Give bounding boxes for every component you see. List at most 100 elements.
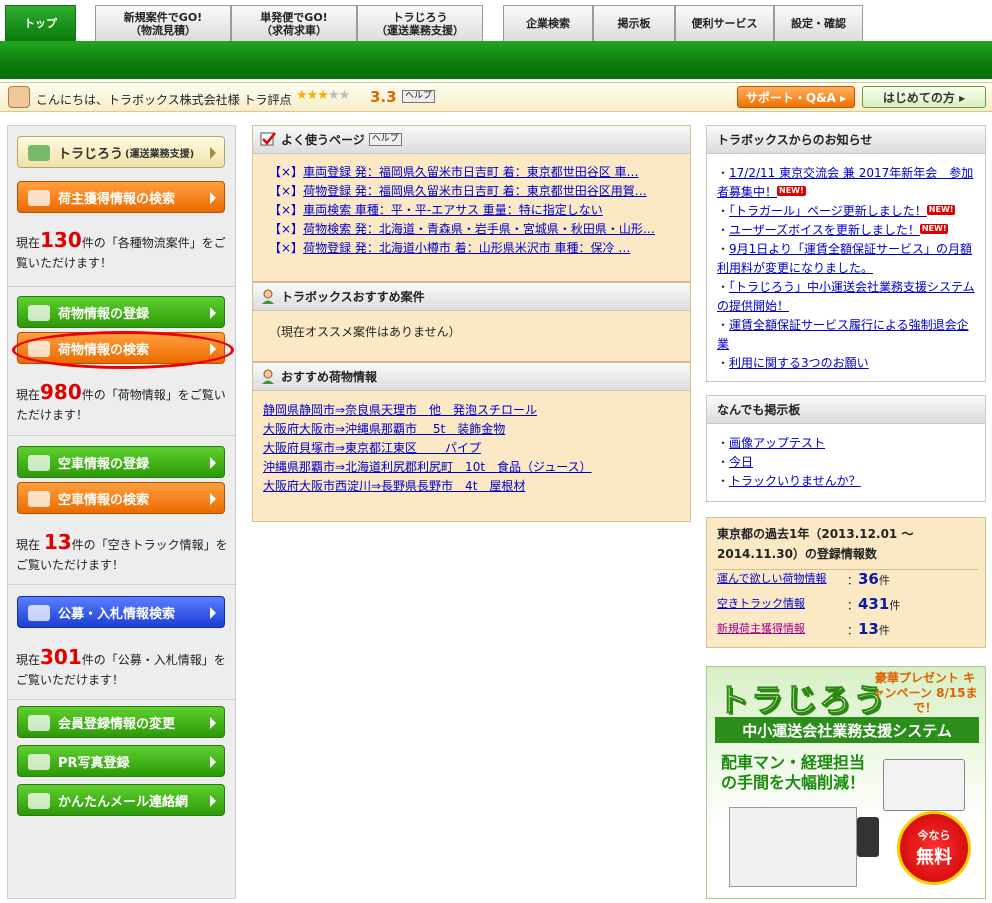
tab-sublabel: （運送業務支援） — [376, 23, 464, 37]
green-banner-bar — [0, 41, 992, 79]
board-link[interactable]: 画像アップテスト — [729, 436, 825, 450]
truck-count-text: 現在 13件の「空きトラック情報」をご覧いただけます！ — [16, 532, 231, 575]
cargo-recommend-link[interactable]: 大阪府大阪市西淀川⇒長野県長野市 4t 屋根材 — [263, 477, 525, 496]
stats-unit: 件 — [878, 574, 890, 587]
tab-board[interactable]: 掲示板 — [593, 5, 675, 41]
news-link[interactable]: ユーザーズボイスを更新しました！ — [729, 223, 920, 237]
torajiro-promo-banner[interactable]: トラじろう 豪華プレゼント キャンペーン 8/15まで！ 中小運送会社業務支援シ… — [706, 666, 986, 899]
torajiro-button[interactable]: トラじろう (運送業務支援) — [17, 136, 225, 168]
tab-label: 設定・確認 — [791, 17, 846, 30]
tab-torajiro[interactable]: トラじろう （運送業務支援） — [357, 5, 483, 41]
button-label: 空車情報の登録 — [58, 456, 150, 472]
tab-company-search[interactable]: 企業検索 — [503, 5, 593, 41]
button-label: 公募・入札情報検索 — [58, 606, 176, 622]
checkbox-icon — [260, 132, 276, 146]
beginner-guide-button[interactable]: はじめての方 ▸ — [862, 86, 986, 108]
tab-top[interactable]: トップ — [5, 5, 76, 41]
truck-register-button[interactable]: 空車情報の登録 — [17, 446, 225, 478]
board-link[interactable]: トラックいりませんか？ — [729, 474, 861, 488]
stats-link[interactable]: 空きトラック情報 — [717, 597, 805, 610]
news-panel: トラボックスからのお知らせ ・17/2/11 東京交流会 兼 2017年新年会 … — [706, 125, 986, 382]
recommend-title: トラボックスおすすめ案件 — [281, 290, 425, 304]
text-pre: 現在 — [16, 388, 41, 402]
cargo-recommend-link[interactable]: 大阪府貝塚市⇒東京都江東区 パイプ — [263, 439, 481, 458]
banner-title: トラじろう — [716, 681, 888, 720]
news-item: ・9月1日より「運賃全額保証サービス」の月額利用料が変更になりました。 — [717, 242, 973, 275]
stats-link[interactable]: 新規荷主獲得情報 — [717, 622, 805, 635]
cargo-recommend-title: おすすめ荷物情報 — [281, 370, 378, 384]
news-item: ・「トラガール」ページ更新しました！ NEW! — [717, 204, 956, 218]
case-count-text: 現在130件の「各種物流案件」をご覧いただけます！ — [16, 230, 231, 273]
arrow-right-icon — [210, 192, 216, 204]
news-link[interactable]: 「トラじろう」中小運送会社業務支援システムの提供開始！ — [717, 280, 975, 313]
stats-number: 36 — [858, 570, 879, 588]
news-link[interactable]: 利用に関する3つのお願い — [729, 356, 869, 370]
greeting-strip: こんにちは、トラボックス株式会社様 トラ評点 ★★★★★ 3.3 ヘルプ サポー… — [0, 82, 992, 112]
tab-single-delivery[interactable]: 単発便でGO! （求荷求車） — [231, 5, 357, 41]
cargo-recommend-link[interactable]: 静岡県静岡市⇒奈良県天理市 他 発泡スチロール — [263, 401, 537, 420]
book-icon — [28, 715, 50, 731]
truck-icon — [28, 491, 50, 507]
favorite-link[interactable]: 車両登録 発：福岡県久留米市日吉町 着：東京都世田谷区 車… — [303, 165, 638, 179]
stats-link[interactable]: 運んで欲しい荷物情報 — [717, 572, 826, 585]
cargo-register-button[interactable]: 荷物情報の登録 — [17, 296, 225, 328]
cargo-recommend-link[interactable]: 沖縄県那覇市⇒北海道利尻郡利尻町 10t 食品（ジュース） — [263, 458, 592, 477]
arrow-right-icon — [210, 756, 216, 768]
favorite-link[interactable]: 荷物検索 発：北海道・青森県・岩手県・宮城県・秋田県・山形… — [303, 222, 655, 236]
favorite-item: 【×】車両検索 車種：平・平-エアサス 重量：特に指定しない — [269, 201, 603, 220]
text-pre: 現在 — [16, 538, 44, 552]
handshake-icon — [28, 190, 50, 206]
tab-label: 新規案件でGO! — [123, 10, 203, 24]
text-pre: 現在 — [16, 653, 41, 667]
stats-value: ：431件 — [847, 595, 901, 613]
favorite-link[interactable]: 荷物登録 発：福岡県久留米市日吉町 着：東京都世田谷区用賀… — [303, 184, 647, 198]
remove-favorite-button[interactable]: 【×】 — [269, 222, 303, 236]
news-link[interactable]: 17/2/11 東京交流会 兼 2017年新年会 参加者募集中！ — [717, 166, 973, 199]
tab-new-case[interactable]: 新規案件でGO! （物流見積） — [95, 5, 231, 41]
divider — [8, 584, 235, 585]
tender-search-button[interactable]: 公募・入札情報検索 — [17, 596, 225, 628]
arrow-right-icon — [210, 717, 216, 729]
member-info-change-button[interactable]: 会員登録情報の変更 — [17, 706, 225, 738]
favorites-panel: よく使うページ ヘルプ 【×】車両登録 発：福岡県久留米市日吉町 着：東京都世田… — [252, 125, 691, 282]
tab-label: 掲示板 — [617, 17, 651, 30]
remove-favorite-button[interactable]: 【×】 — [269, 184, 303, 198]
stars-empty: ★★ — [327, 88, 350, 103]
favorite-item: 【×】荷物登録 発：福岡県久留米市日吉町 着：東京都世田谷区用賀… — [269, 182, 647, 201]
case-count: 130 — [40, 228, 82, 252]
recommend-empty-text: （現在オススメ案件はありません） — [269, 325, 461, 339]
tab-settings[interactable]: 設定・確認 — [774, 5, 863, 41]
support-qa-button[interactable]: サポート・Q&A ▸ — [737, 86, 855, 108]
remove-favorite-button[interactable]: 【×】 — [269, 203, 303, 217]
phone-illustration-icon — [857, 817, 879, 857]
board-panel: なんでも掲示板 ・画像アップテスト ・今日 ・トラックいりませんか？ — [706, 395, 986, 502]
truck-search-button[interactable]: 空車情報の検索 — [17, 482, 225, 514]
board-header: なんでも掲示板 — [707, 396, 985, 424]
recommend-panel: トラボックスおすすめ案件 （現在オススメ案件はありません） — [252, 282, 691, 362]
arrow-right-icon — [210, 307, 216, 319]
shipper-search-button[interactable]: 荷主獲得情報の検索 — [17, 181, 225, 213]
truck-illustration-icon — [883, 759, 965, 811]
help-button[interactable]: ヘルプ — [402, 90, 436, 103]
news-link[interactable]: 運賃全額保証サービス履行による強制退会企業 — [717, 318, 969, 351]
tab-label: 便利サービス — [691, 17, 758, 30]
favorite-link[interactable]: 荷物登録 発：北海道小樽市 着：山形県米沢市 車種：保冷 … — [303, 241, 630, 255]
highlight-circle — [12, 331, 234, 369]
pr-photo-button[interactable]: PR写真登録 — [17, 745, 225, 777]
arrow-right-icon — [210, 493, 216, 505]
remove-favorite-button[interactable]: 【×】 — [269, 241, 303, 255]
button-label: かんたんメール連絡網 — [58, 794, 189, 810]
tab-services[interactable]: 便利サービス — [675, 5, 774, 41]
mail-network-button[interactable]: かんたんメール連絡網 — [17, 784, 225, 816]
cargo-recommend-link[interactable]: 大阪府大阪市⇒沖縄県那覇市 5t 装飾金物 — [263, 420, 505, 439]
board-link[interactable]: 今日 — [729, 455, 753, 469]
button-label: 荷物情報の登録 — [58, 306, 150, 322]
button-label: トラじろう — [58, 146, 124, 162]
favorite-item: 【×】荷物検索 発：北海道・青森県・岩手県・宮城県・秋田県・山形… — [269, 220, 655, 239]
news-item: ・ユーザーズボイスを更新しました！ NEW! — [717, 223, 949, 237]
remove-favorite-button[interactable]: 【×】 — [269, 165, 303, 179]
help-button[interactable]: ヘルプ — [368, 133, 402, 146]
favorite-link[interactable]: 車両検索 車種：平・平-エアサス 重量：特に指定しない — [303, 203, 603, 217]
news-link[interactable]: 「トラガール」ページ更新しました！ — [729, 204, 927, 218]
news-link[interactable]: 9月1日より「運賃全額保証サービス」の月額利用料が変更になりました。 — [717, 242, 972, 275]
